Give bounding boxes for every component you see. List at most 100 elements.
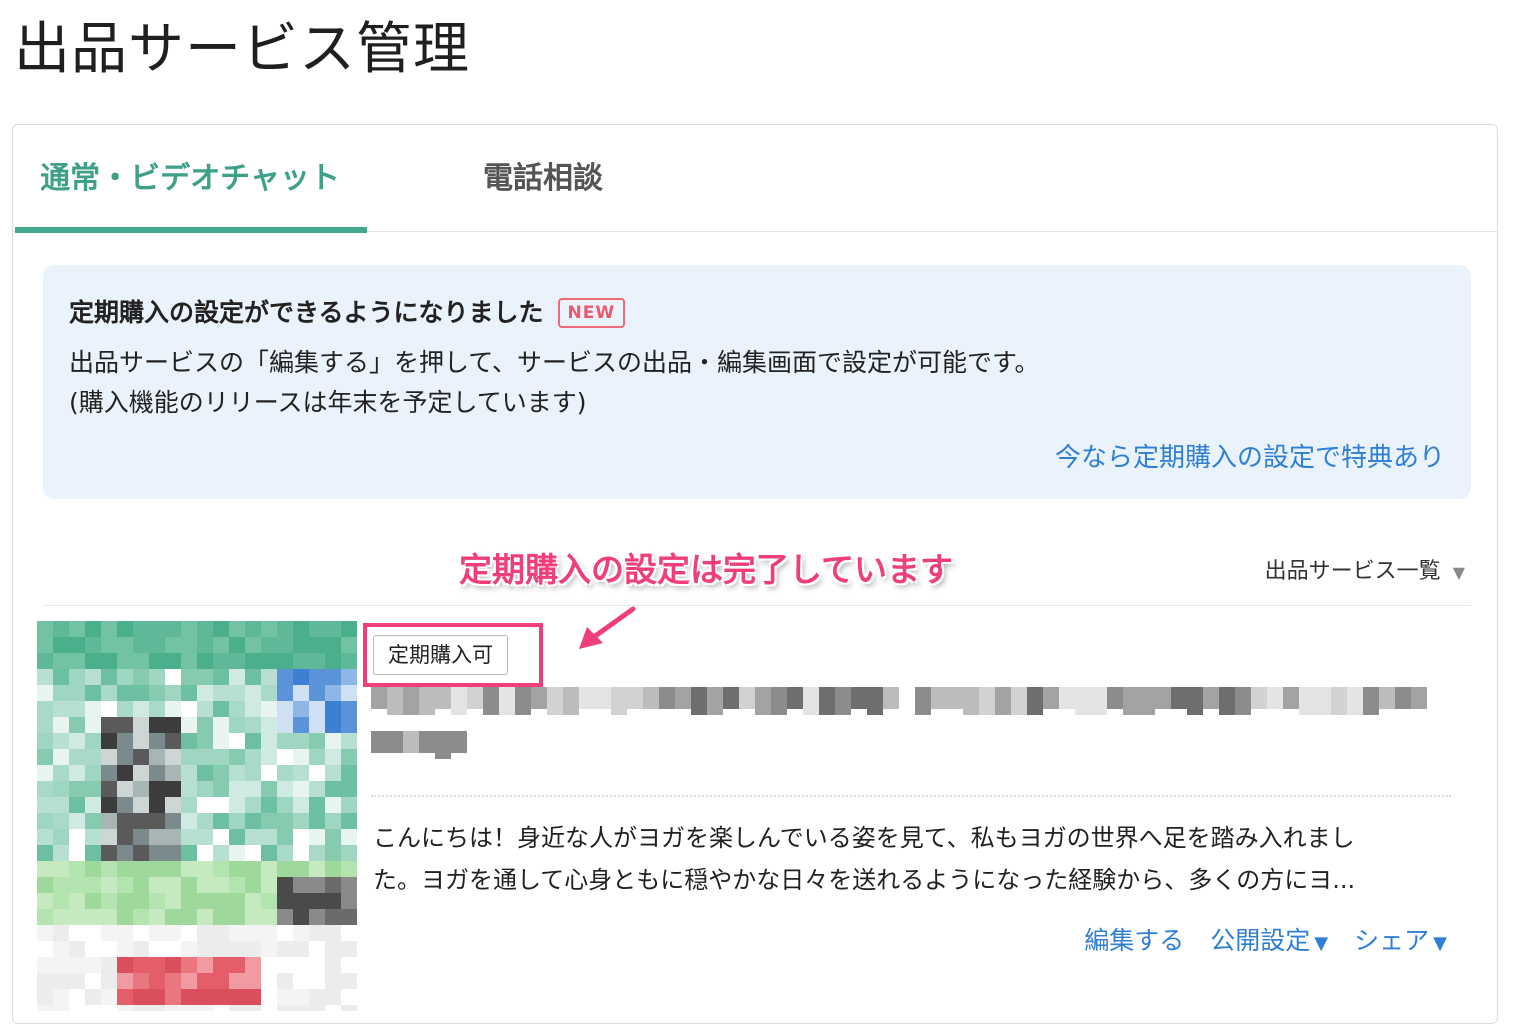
thumbnail-pixel xyxy=(229,877,245,893)
thumbnail-pixel xyxy=(229,701,245,717)
tab-phone-consultation[interactable]: 電話相談 xyxy=(453,125,633,231)
tab-normal-video-chat[interactable]: 通常・ビデオチャット xyxy=(13,125,367,233)
title-pixel xyxy=(451,731,467,753)
title-pixel xyxy=(451,687,467,715)
title-pixel xyxy=(851,687,867,709)
thumbnail-pixel xyxy=(277,701,293,717)
thumbnail-pixel xyxy=(181,845,197,861)
thumbnail-pixel xyxy=(261,829,277,845)
thumbnail-pixel xyxy=(181,621,197,637)
thumbnail-pixel xyxy=(181,973,197,989)
thumbnail-pixel xyxy=(181,637,197,653)
thumbnail-pixel xyxy=(165,845,181,861)
chevron-down-icon: ▼ xyxy=(1452,563,1465,582)
thumbnail-pixel xyxy=(277,749,293,765)
thumbnail-pixel xyxy=(69,701,85,717)
thumbnail-pixel xyxy=(149,925,165,941)
thumbnail-pixel xyxy=(213,637,229,653)
thumbnail-pixel xyxy=(229,621,245,637)
title-pixel xyxy=(611,687,627,715)
edit-link[interactable]: 編集する xyxy=(1084,926,1184,955)
thumbnail-pixel xyxy=(85,941,101,957)
title-pixel xyxy=(1203,687,1219,709)
thumbnail-pixel xyxy=(325,685,341,701)
title-pixel xyxy=(803,687,819,715)
title-pixel xyxy=(1331,687,1347,715)
thumbnail-pixel xyxy=(149,621,165,637)
thumbnail-pixel xyxy=(149,669,165,685)
thumbnail-pixel xyxy=(213,877,229,893)
thumbnail-pixel xyxy=(245,653,261,669)
thumbnail-pixel xyxy=(341,941,357,957)
title-pixel xyxy=(1011,687,1027,715)
title-pixel xyxy=(1107,687,1123,709)
title-pixel xyxy=(915,687,931,715)
thumbnail-pixel xyxy=(309,829,325,845)
thumbnail-pixel xyxy=(181,829,197,845)
thumbnail-pixel xyxy=(197,653,213,669)
title-pixel xyxy=(643,687,659,709)
thumbnail-pixel xyxy=(149,797,165,813)
thumbnail-pixel xyxy=(341,957,357,973)
thumbnail-pixel xyxy=(149,909,165,925)
thumbnail-pixel xyxy=(85,637,101,653)
thumbnail-pixel xyxy=(69,973,85,989)
thumbnail-pixel xyxy=(245,813,261,829)
share-dropdown[interactable]: シェア ▼ xyxy=(1354,926,1447,955)
thumbnail-pixel xyxy=(37,765,53,781)
thumbnail-pixel xyxy=(101,717,117,733)
thumbnail-pixel xyxy=(101,621,117,637)
thumbnail-pixel xyxy=(261,941,277,957)
thumbnail-pixel xyxy=(325,749,341,765)
thumbnail-pixel xyxy=(101,701,117,717)
service-list-dropdown[interactable]: 出品サービス一覧 ▼ xyxy=(1265,553,1465,585)
thumbnail-pixel xyxy=(165,701,181,717)
thumbnail-pixel xyxy=(165,989,181,1005)
notice-title-text: 定期購入の設定ができるようになりました xyxy=(69,298,544,327)
thumbnail-pixel xyxy=(101,781,117,797)
thumbnail-pixel xyxy=(261,621,277,637)
thumbnail-pixel xyxy=(85,1005,101,1011)
thumbnail-pixel xyxy=(277,925,293,941)
thumbnail-pixel xyxy=(213,669,229,685)
thumbnail-pixel xyxy=(213,989,229,1005)
thumbnail-pixel xyxy=(325,621,341,637)
notice-text-line-2: (購入機能のリリースは年末を予定しています) xyxy=(69,388,587,417)
thumbnail-pixel xyxy=(229,637,245,653)
thumbnail-pixel xyxy=(165,813,181,829)
subscription-notice: 定期購入の設定ができるようになりました NEW 出品サービスの「編集する」を押して… xyxy=(43,265,1471,499)
thumbnail-pixel xyxy=(293,973,309,989)
title-pixel xyxy=(387,687,403,715)
thumbnail-pixel xyxy=(37,941,53,957)
thumbnail-pixel xyxy=(325,797,341,813)
thumbnail-pixel xyxy=(293,653,309,669)
subscription-benefit-link[interactable]: 今なら定期購入の設定で特典あり xyxy=(1055,437,1445,474)
thumbnail-pixel xyxy=(309,861,325,877)
thumbnail-pixel xyxy=(293,941,309,957)
thumbnail-pixel xyxy=(293,813,309,829)
title-pixel xyxy=(387,731,403,753)
thumbnail-pixel xyxy=(149,989,165,1005)
thumbnail-pixel xyxy=(53,925,69,941)
service-title-blurred[interactable] xyxy=(371,685,1431,775)
thumbnail-pixel xyxy=(85,909,101,925)
thumbnail-pixel xyxy=(181,669,197,685)
thumbnail-pixel xyxy=(293,701,309,717)
thumbnail-pixel xyxy=(69,957,85,973)
thumbnail-pixel xyxy=(69,845,85,861)
thumbnail-pixel xyxy=(197,765,213,781)
thumbnail-pixel xyxy=(181,781,197,797)
publish-settings-dropdown[interactable]: 公開設定 ▼ xyxy=(1210,926,1328,955)
thumbnail-pixel xyxy=(85,717,101,733)
thumbnail-pixel xyxy=(277,973,293,989)
thumbnail-pixel xyxy=(133,813,149,829)
service-list-dropdown-label: 出品サービス一覧 xyxy=(1264,559,1441,584)
service-description: こんにちは！身近な人がヨガを楽しんでいる姿を見て、私もヨガの世界へ足を踏み入れま… xyxy=(373,817,1453,901)
service-thumbnail[interactable] xyxy=(37,621,357,1011)
thumbnail-pixel xyxy=(245,861,261,877)
share-label: シェア xyxy=(1354,926,1430,955)
title-pixel xyxy=(739,687,755,709)
thumbnail-pixel xyxy=(261,893,277,909)
thumbnail-pixel xyxy=(117,701,133,717)
dotted-divider xyxy=(371,795,1451,797)
